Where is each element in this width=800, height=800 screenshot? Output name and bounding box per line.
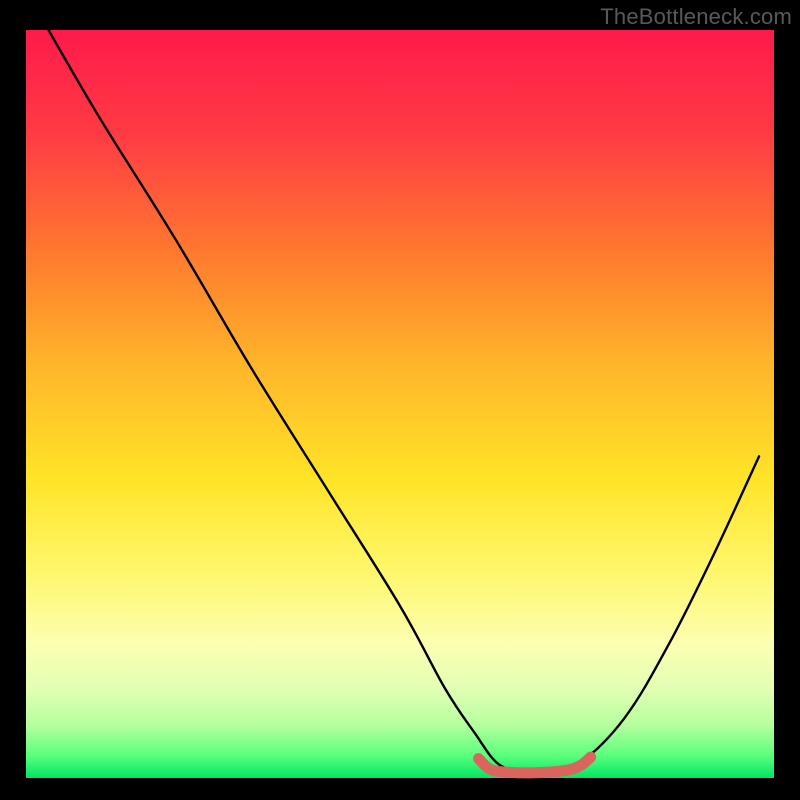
chart-container: TheBottleneck.com [0,0,800,800]
bottleneck-chart [0,0,800,800]
gradient-background [26,30,774,778]
watermark-text: TheBottleneck.com [600,4,792,30]
